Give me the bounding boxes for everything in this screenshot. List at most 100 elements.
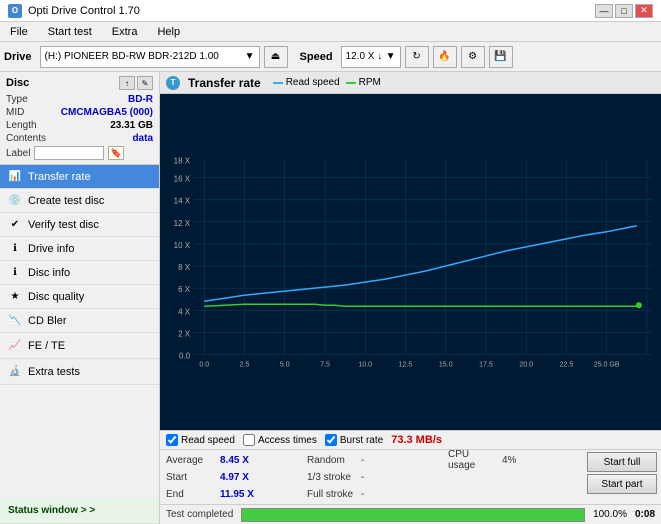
nav-drive-info[interactable]: ℹ Drive info (0, 237, 159, 261)
nav-disc-info[interactable]: ℹ Disc info (0, 261, 159, 285)
save-button[interactable]: 💾 (489, 46, 513, 68)
full-stroke-value: - (361, 489, 364, 500)
fe-te-icon: 📈 (8, 339, 22, 353)
full-stroke-label: Full stroke (307, 489, 357, 500)
burst-value: 73.3 MB/s (391, 434, 442, 446)
contents-value: data (132, 133, 153, 144)
end-value: 11.95 X (220, 489, 254, 500)
svg-text:8 X: 8 X (178, 263, 191, 272)
nav-extra-tests[interactable]: 🔬 Extra tests (0, 359, 159, 385)
main-layout: Disc ↑ ✎ Type BD-R MID CMCMAGBA5 (000) L… (0, 72, 661, 524)
extra-tests-icon: 🔬 (8, 365, 22, 379)
svg-text:10 X: 10 X (174, 241, 191, 250)
svg-text:12.5: 12.5 (399, 362, 413, 369)
disc-type-row: Type BD-R (6, 94, 153, 105)
label-icon-btn[interactable]: 🔖 (108, 146, 124, 160)
label-input[interactable] (34, 146, 104, 160)
stat-group-3: CPU usage 4% (442, 450, 583, 504)
progress-time: 0:08 (635, 509, 655, 520)
status-text: Test completed (166, 509, 233, 520)
minimize-button[interactable]: — (595, 4, 613, 18)
legend-rpm-dot (346, 82, 356, 84)
close-button[interactable]: ✕ (635, 4, 653, 18)
nav-cd-bler[interactable]: 📉 CD Bler (0, 309, 159, 333)
label-label: Label (6, 148, 30, 159)
status-window-label: Status window > > (8, 505, 95, 516)
progress-bar-inner (242, 509, 584, 521)
burst-rate-checkbox-label: Burst rate (340, 435, 383, 446)
random-label: Random (307, 455, 357, 466)
svg-text:15.0: 15.0 (439, 362, 453, 369)
chart-icon: T (166, 76, 180, 90)
start-label: Start (166, 472, 216, 483)
left-panel: Disc ↑ ✎ Type BD-R MID CMCMAGBA5 (000) L… (0, 72, 160, 524)
svg-text:7.5: 7.5 (320, 362, 330, 369)
burst-rate-checkbox[interactable] (325, 434, 337, 446)
nav-create-test-disc[interactable]: 💿 Create test disc (0, 189, 159, 213)
svg-text:12 X: 12 X (174, 219, 191, 228)
stat-group-2: Random - 1/3 stroke - Full stroke - (301, 450, 442, 504)
settings-button[interactable]: ⚙ (461, 46, 485, 68)
speed-label: Speed (300, 51, 333, 63)
access-times-checkbox-label: Access times (258, 435, 317, 446)
menu-extra[interactable]: Extra (106, 24, 144, 40)
chart-container: 0.0 2 X 4 X 6 X 8 X 10 X 12 X 14 X 16 X … (160, 94, 661, 430)
nav-fe-te[interactable]: 📈 FE / TE (0, 333, 159, 359)
svg-text:17.5: 17.5 (479, 362, 493, 369)
chart-legend: Read speed RPM (273, 77, 381, 88)
burst-rate-checkbox-item: Burst rate (325, 434, 383, 446)
svg-text:10.0: 10.0 (358, 362, 372, 369)
stroke1-row: 1/3 stroke - (307, 469, 436, 485)
start-full-button[interactable]: Start full (587, 452, 657, 472)
status-window-btn[interactable]: Status window > > (0, 498, 159, 524)
nav-verify-test-disc[interactable]: ✔ Verify test disc (0, 213, 159, 237)
start-part-button[interactable]: Start part (587, 474, 657, 494)
type-label: Type (6, 94, 28, 105)
average-row: Average 8.45 X (166, 452, 295, 468)
progress-bar-outer (241, 508, 585, 522)
cpu-label: CPU usage (448, 449, 498, 471)
drive-label: Drive (4, 51, 32, 63)
nav-transfer-rate[interactable]: 📊 Transfer rate (0, 165, 159, 189)
random-row: Random - (307, 452, 436, 468)
legend-rpm: RPM (346, 77, 381, 88)
eject-button[interactable]: ⏏ (264, 46, 288, 68)
nav-disc-quality[interactable]: ★ Disc quality (0, 285, 159, 309)
disc-icon-1[interactable]: ↑ (119, 76, 135, 90)
speed-arrow: ▼ (386, 51, 396, 62)
menu-start-test[interactable]: Start test (42, 24, 98, 40)
refresh-button[interactable]: ↻ (405, 46, 429, 68)
drive-info-icon: ℹ (8, 242, 22, 256)
svg-text:4 X: 4 X (178, 307, 191, 316)
titlebar-controls: — □ ✕ (595, 4, 653, 18)
burn-button[interactable]: 🔥 (433, 46, 457, 68)
disc-header: Disc ↑ ✎ (6, 76, 153, 90)
drive-combo[interactable]: (H:) PIONEER BD-RW BDR-212D 1.00 ▼ (40, 46, 260, 68)
stroke1-value: - (361, 472, 364, 483)
svg-text:0.0: 0.0 (179, 352, 191, 361)
svg-text:2.5: 2.5 (240, 362, 250, 369)
cpu-row: CPU usage 4% (448, 452, 577, 468)
read-speed-checkbox[interactable] (166, 434, 178, 446)
menu-help[interactable]: Help (151, 24, 186, 40)
average-label: Average (166, 455, 216, 466)
svg-text:25.0 GB: 25.0 GB (594, 362, 620, 369)
access-times-checkbox[interactable] (243, 434, 255, 446)
menu-file[interactable]: File (4, 24, 34, 40)
disc-length-row: Length 23.31 GB (6, 120, 153, 131)
speed-combo[interactable]: 12.0 X ↓ ▼ (341, 46, 401, 68)
disc-icon-2[interactable]: ✎ (137, 76, 153, 90)
svg-text:2 X: 2 X (178, 329, 191, 338)
svg-text:0.0: 0.0 (199, 362, 209, 369)
end-row: End 11.95 X (166, 486, 295, 502)
stats-buttons-row: Average 8.45 X Start 4.97 X End 11.95 X … (160, 449, 661, 504)
titlebar-left: O Opti Drive Control 1.70 (8, 4, 140, 18)
nav-disc-info-label: Disc info (28, 267, 70, 279)
drive-combo-arrow: ▼ (245, 51, 255, 62)
drive-selector[interactable]: (H:) PIONEER BD-RW BDR-212D 1.00 ▼ (40, 46, 260, 68)
menubar: File Start test Extra Help (0, 22, 661, 42)
random-value: - (361, 455, 364, 466)
maximize-button[interactable]: □ (615, 4, 633, 18)
svg-text:5.0: 5.0 (280, 362, 290, 369)
stroke1-label: 1/3 stroke (307, 472, 357, 483)
